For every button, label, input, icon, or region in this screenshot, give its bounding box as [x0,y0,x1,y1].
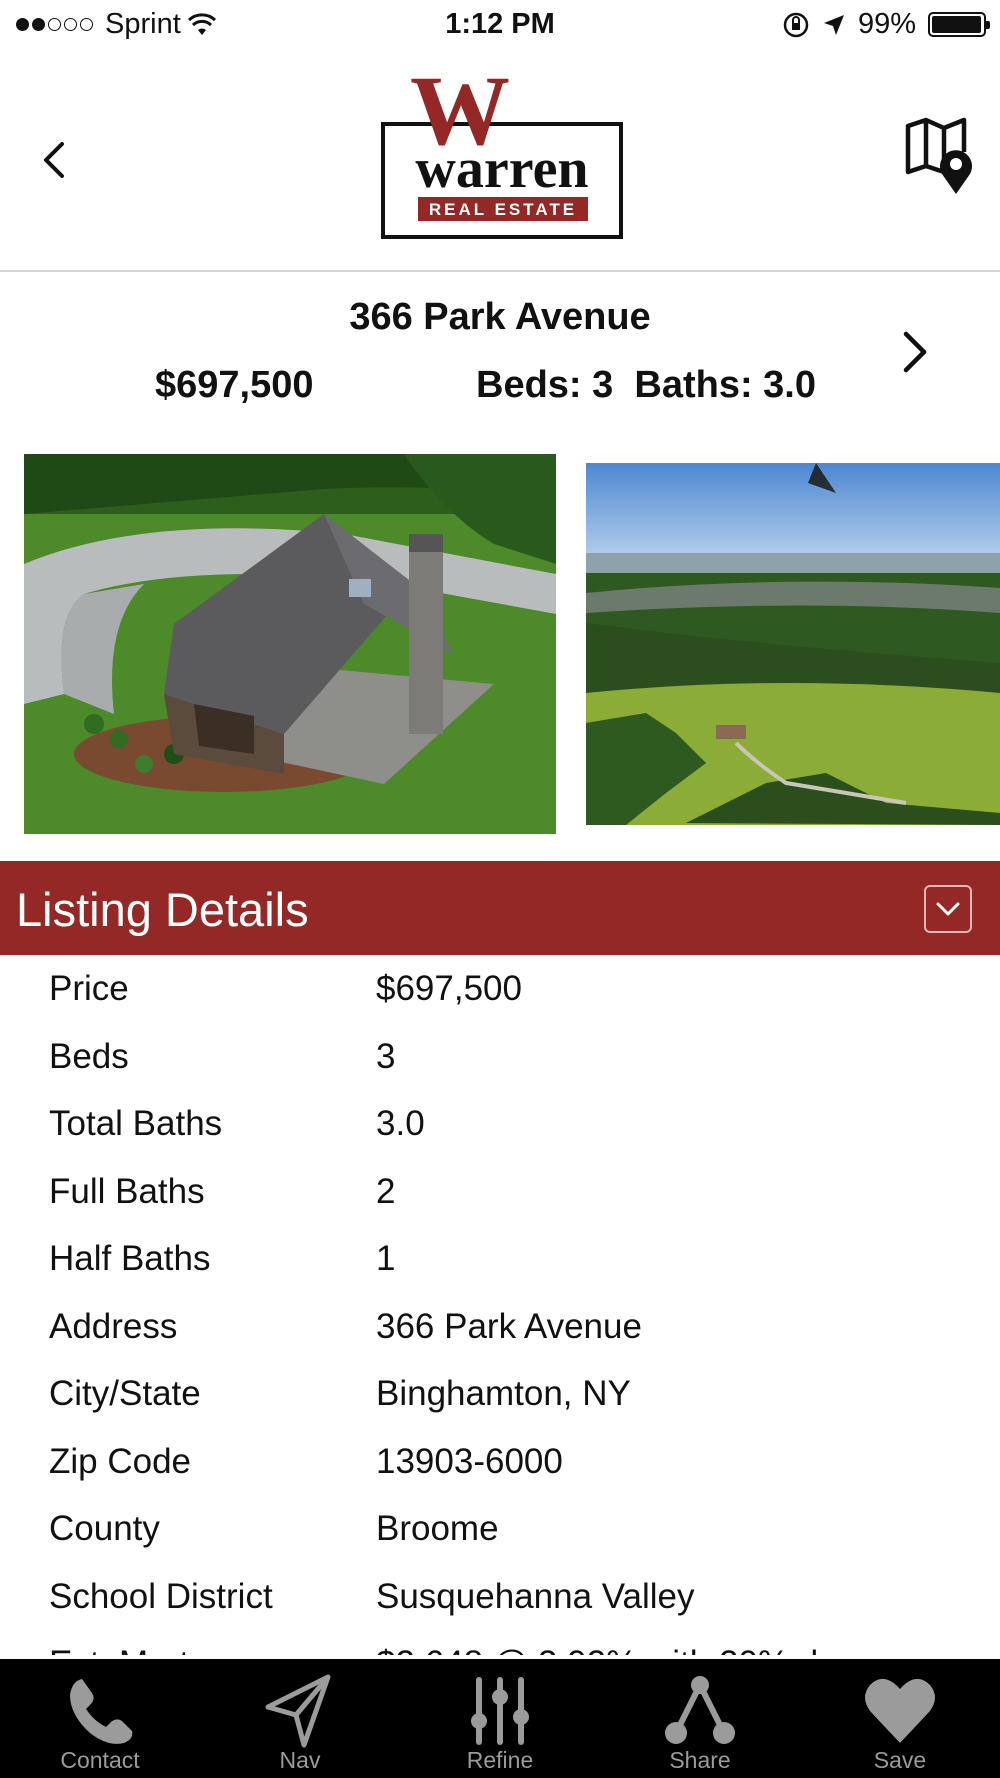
listing-photo-house[interactable] [24,454,556,834]
detail-value: 3 [376,1037,396,1076]
detail-value: $697,500 [376,969,522,1008]
logo-tagline: REAL ESTATE [429,200,577,219]
detail-row-address: Address 366 Park Avenue [0,1293,1000,1361]
detail-label: Total Baths [49,1104,223,1143]
map-pin-icon [905,117,972,194]
listing-details-header[interactable]: Listing Details [0,861,1000,955]
detail-label: Full Baths [49,1172,205,1211]
listing-details-title: Listing Details [16,883,309,936]
detail-value: $2,648 @ 3.92% with 20% down [376,1644,882,1655]
logo-name: warren [415,138,588,200]
detail-row-half-baths: Half Baths 1 [0,1225,1000,1293]
detail-label: City/State [49,1374,201,1413]
tab-share[interactable]: Share [600,1659,800,1778]
tab-nav[interactable]: Nav [200,1659,400,1778]
detail-value: Broome [376,1509,499,1548]
app-header: W warren REAL ESTATE [0,50,1000,272]
listing-photo-valley[interactable] [586,463,1000,825]
tab-label: Save [873,1747,927,1773]
detail-label: School District [49,1577,273,1616]
tab-save[interactable]: Save [800,1659,1000,1778]
location-arrow-icon [823,14,844,35]
detail-value: Binghamton, NY [376,1374,631,1413]
detail-label: County [49,1509,160,1548]
detail-row-full-baths: Full Baths 2 [0,1158,1000,1226]
detail-row-county: County Broome [0,1495,1000,1563]
detail-row-city-state: City/State Binghamton, NY [0,1360,1000,1428]
status-right: 99% [782,8,990,41]
detail-row-price: Price $697,500 [0,955,1000,1023]
navigation-arrow-icon [265,1674,331,1748]
listing-price: $697,500 [155,364,314,406]
collapse-details-button[interactable] [924,885,972,933]
battery-icon [928,12,990,37]
sliders-icon [471,1677,529,1745]
tab-contact[interactable]: Contact [0,1659,200,1778]
map-view-button[interactable] [902,116,982,198]
warren-logo: W warren REAL ESTATE [380,55,624,242]
detail-value: 13903-6000 [376,1442,563,1481]
chevron-left-icon [44,142,64,178]
status-bar: Sprint 1:12 PM 99% [0,0,1000,50]
share-icon [665,1676,735,1744]
detail-row-est-mortgage: Est. Mortgage $2,648 @ 3.92% with 20% do… [0,1630,1000,1655]
detail-value: 366 Park Avenue [376,1307,642,1346]
tab-label: Contact [60,1747,140,1773]
heart-icon [865,1678,935,1743]
detail-value: Susquehanna Valley [376,1577,695,1616]
battery-percent: 99% [857,8,916,40]
detail-label: Half Baths [49,1239,211,1278]
detail-label: Beds [49,1037,129,1076]
detail-row-school-district: School District Susquehanna Valley [0,1563,1000,1631]
detail-row-total-baths: Total Baths 3.0 [0,1090,1000,1158]
detail-label: Est. Mortgage [49,1644,267,1655]
back-button[interactable] [30,130,80,190]
tab-label: Refine [466,1747,534,1773]
chevron-right-icon [903,331,927,373]
detail-label: Address [49,1307,178,1346]
detail-label: Price [49,969,129,1008]
rotation-lock-icon [783,12,809,37]
bottom-tab-bar: Contact Nav Refine Share Save [0,1659,1000,1778]
phone-icon [70,1679,133,1744]
next-listing-button[interactable] [890,322,940,382]
tab-refine[interactable]: Refine [400,1659,600,1778]
detail-label: Zip Code [49,1442,192,1481]
detail-row-zip-code: Zip Code 13903-6000 [0,1428,1000,1496]
listing-summary: 366 Park Avenue $697,500 Beds: 3 Baths: … [0,272,1000,442]
detail-value: 3.0 [376,1104,425,1143]
listing-address: 366 Park Avenue [349,296,651,338]
listing-details-list: Price $697,500 Beds 3 Total Baths 3.0 Fu… [0,955,1000,1655]
tab-label: Share [669,1747,731,1773]
tab-label: Nav [279,1747,321,1773]
detail-value: 2 [376,1172,396,1211]
chevron-down-icon [936,902,960,916]
detail-value: 1 [376,1239,396,1278]
listing-beds-baths: Beds: 3 Baths: 3.0 [476,364,816,406]
detail-row-beds: Beds 3 [0,1023,1000,1091]
